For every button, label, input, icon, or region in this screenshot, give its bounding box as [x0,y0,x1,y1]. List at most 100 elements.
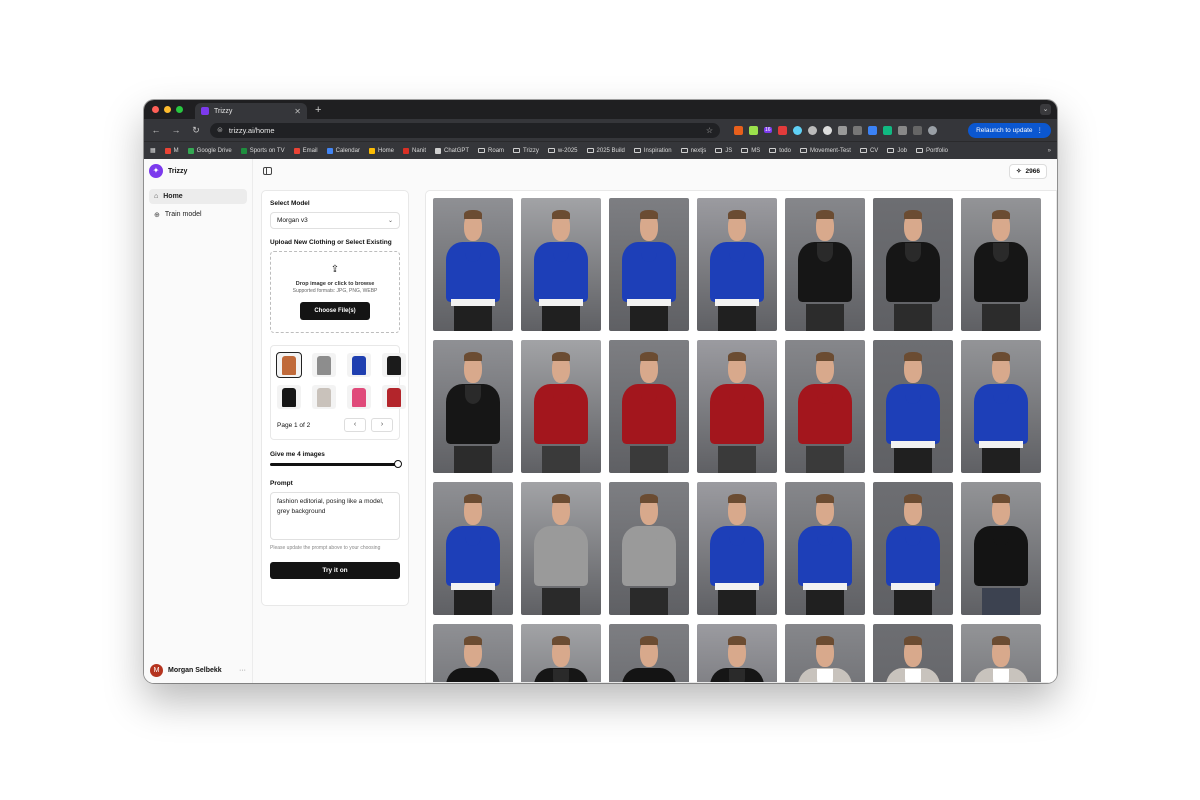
extension-icon[interactable] [867,125,877,135]
bookmark-item[interactable]: Google Drive [187,147,232,154]
bookmark-item[interactable]: Nanit [403,147,426,154]
browser-tab[interactable]: Trizzy ✕ [195,103,307,119]
extension-icon[interactable] [734,125,743,135]
generated-image[interactable] [433,340,513,473]
bookmark-item[interactable]: Home [368,147,394,154]
generated-image[interactable] [873,482,953,615]
generated-image[interactable] [785,482,865,615]
model-select[interactable]: Morgan v3 ⌄ [270,212,400,229]
sidebar-item-train-model[interactable]: ⊕ Train model [149,207,247,222]
clothing-thumbnail-blue-hoodie[interactable] [347,353,371,377]
bookmark-item[interactable]: Email [293,147,318,154]
bookmark-item[interactable]: w-2025 [547,148,578,154]
bookmark-item[interactable]: CV [859,148,878,154]
bookmark-item[interactable]: Inspiration [633,148,672,154]
relaunch-button[interactable]: Relaunch to update ⋮ [968,122,1051,138]
profile-avatar-icon[interactable] [927,125,937,135]
generated-image[interactable] [521,624,601,682]
tab-search-icon[interactable]: ⌄ [1040,104,1051,115]
user-menu-icon[interactable]: ··· [239,667,246,674]
reload-icon[interactable]: ↻ [190,125,202,136]
generated-image[interactable] [697,340,777,473]
image-count-slider[interactable] [270,460,402,468]
next-page-button[interactable]: › [371,418,393,432]
generated-image[interactable] [697,624,777,682]
minimize-window-button[interactable] [164,106,171,113]
new-tab-icon[interactable]: + [315,104,321,116]
generated-image[interactable] [697,482,777,615]
generated-image[interactable] [785,624,865,682]
generated-image[interactable] [785,198,865,331]
generated-image[interactable] [785,340,865,473]
credits-badge[interactable]: ✧ 2966 [1009,163,1047,179]
bookmark-item[interactable]: ChatGPT [435,147,469,154]
generated-image[interactable] [873,340,953,473]
bookmark-item[interactable]: MS [741,148,760,154]
more-bookmarks-icon[interactable]: » [1048,148,1051,154]
generated-image[interactable] [521,482,601,615]
generated-image[interactable] [433,482,513,615]
generated-image[interactable] [609,340,689,473]
prev-page-button[interactable]: ‹ [344,418,366,432]
extension-badge[interactable]: 16 [764,127,772,133]
bookmark-item[interactable]: todo [769,148,791,154]
maximize-window-button[interactable] [176,106,183,113]
bookmark-star-icon[interactable]: ☆ [706,126,713,135]
clothing-thumbnail-black-blazer[interactable] [277,385,301,409]
bookmark-item[interactable]: Trizzy [513,148,539,154]
generated-image[interactable] [609,624,689,682]
clothing-thumbnail-graphic-tee[interactable] [347,385,371,409]
extensions-puzzle-icon[interactable] [897,125,907,135]
address-bar[interactable]: ⊜ trizzy.ai/home ☆ [210,122,720,138]
brand[interactable]: ✦ Trizzy [149,163,247,179]
prompt-textarea[interactable]: fashion editorial, posing like a model, … [270,492,400,540]
generated-image[interactable] [521,198,601,331]
sidebar-toggle-icon[interactable] [263,167,272,175]
extension-icon[interactable] [837,125,847,135]
generated-image[interactable] [433,624,513,682]
generated-image[interactable] [961,482,1041,615]
bookmark-item[interactable]: Job [887,148,907,154]
clothing-thumbnail-grey-tshirt[interactable] [312,353,336,377]
generated-image[interactable] [961,198,1041,331]
close-tab-icon[interactable]: ✕ [294,107,301,116]
forward-icon[interactable]: → [170,125,182,135]
generated-image[interactable] [433,198,513,331]
generated-image[interactable] [961,624,1041,682]
sidebar-item-home[interactable]: ⌂ Home [149,189,247,204]
generated-image[interactable] [873,624,953,682]
bookmark-item[interactable]: Calendar [326,147,360,154]
reading-list-icon[interactable] [912,125,922,135]
bookmark-item[interactable]: Sports on TV [240,147,285,154]
generated-image[interactable] [609,198,689,331]
clothing-thumbnail-black-sweater[interactable] [382,353,406,377]
generated-image[interactable] [609,482,689,615]
extension-icon[interactable] [882,125,892,135]
upload-dropzone[interactable]: ⇪ Drop image or click to browse Supporte… [270,251,400,333]
close-window-button[interactable] [152,106,159,113]
user-profile[interactable]: M Morgan Selbekk ··· [150,664,246,677]
generated-image[interactable] [697,198,777,331]
choose-files-button[interactable]: Choose File(s) [300,302,370,320]
bookmark-item[interactable]: M [164,147,179,154]
slider-handle[interactable] [394,460,402,468]
apps-grid-icon[interactable]: ▦ [150,147,156,154]
bookmark-item[interactable]: Roam [478,148,504,154]
bookmark-item[interactable]: nextjs [680,148,706,154]
back-icon[interactable]: ← [150,125,162,135]
extension-icon[interactable] [807,125,817,135]
clothing-thumbnail-red-shirt[interactable] [382,385,406,409]
site-info-icon[interactable]: ⊜ [217,126,223,134]
extension-icon[interactable] [822,125,832,135]
extension-icon[interactable] [749,125,758,135]
extension-icon[interactable] [777,125,787,135]
generated-image[interactable] [521,340,601,473]
bookmark-item[interactable]: 2025 Build [586,148,625,154]
clothing-thumbnail-orange-outfit[interactable] [276,352,302,378]
generated-image[interactable] [873,198,953,331]
bookmark-item[interactable]: JS [715,148,732,154]
bookmark-item[interactable]: Movement-Test [799,148,851,154]
extension-icon[interactable] [792,125,802,135]
try-it-on-button[interactable]: Try it on [270,562,400,579]
more-menu-icon[interactable]: ⋮ [1037,126,1044,134]
